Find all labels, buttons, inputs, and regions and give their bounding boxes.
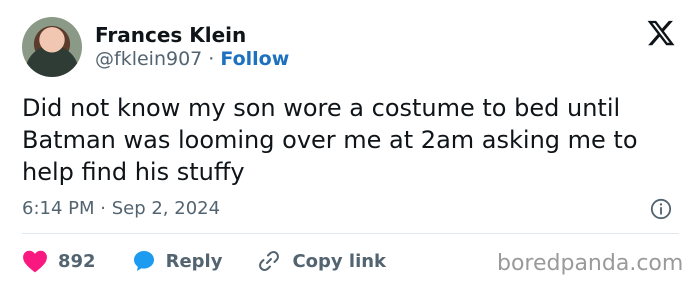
x-logo-icon[interactable] (646, 18, 676, 48)
action-bar: 892 Reply Copy link (22, 247, 420, 275)
link-icon (259, 251, 280, 271)
like-button[interactable]: 892 (22, 249, 96, 273)
watermark: boredpanda.com (497, 251, 684, 276)
heart-icon (23, 250, 47, 273)
reply-label: Reply (165, 250, 223, 272)
author-name[interactable]: Frances Klein (95, 23, 246, 47)
handle-separator: · (202, 48, 221, 70)
speech-bubble-icon (133, 251, 154, 271)
tweet-timestamp[interactable]: 6:14 PM · Sep 2, 2024 (22, 198, 220, 219)
timestamp-separator: · (94, 198, 112, 219)
tweet-time: 6:14 PM (22, 198, 95, 219)
author-handle-row: @fklein907 · Follow (95, 48, 289, 70)
reply-button[interactable]: Reply (132, 249, 223, 273)
author-handle[interactable]: @fklein907 (95, 48, 202, 70)
like-count: 892 (58, 250, 96, 272)
follow-button[interactable]: Follow (220, 48, 289, 70)
copy-link-button[interactable]: Copy link (256, 249, 386, 273)
info-icon[interactable] (650, 198, 672, 220)
author-avatar[interactable] (22, 17, 82, 77)
copy-link-label: Copy link (292, 250, 387, 272)
tweet-date: Sep 2, 2024 (111, 198, 221, 219)
tweet-text: Did not know my son wore a costume to be… (22, 94, 638, 186)
divider (22, 233, 679, 234)
